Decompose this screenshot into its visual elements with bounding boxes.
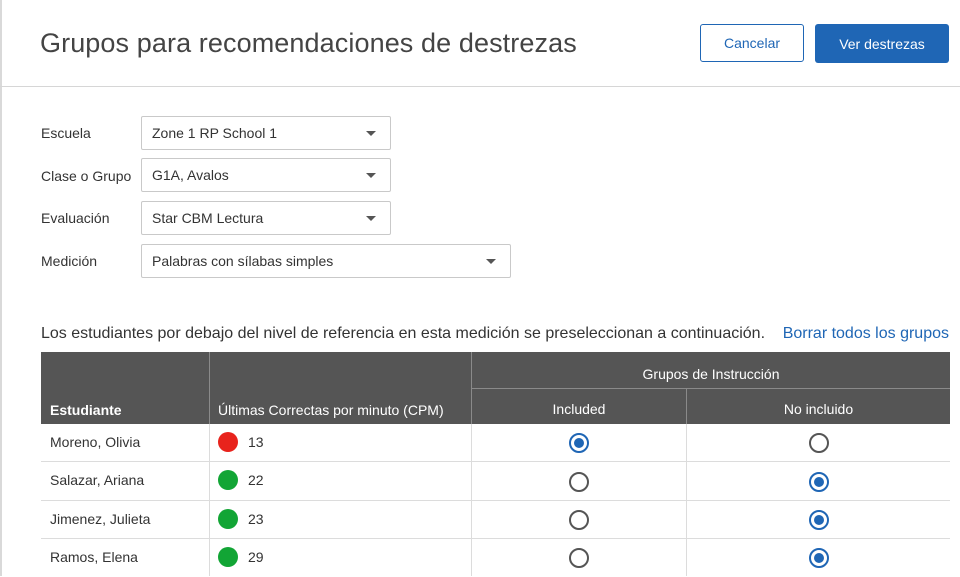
cancel-button[interactable]: Cancelar	[700, 24, 804, 62]
not-included-radio[interactable]	[809, 433, 829, 453]
measure-select-value: Palabras con sílabas simples	[152, 253, 334, 269]
header-divider	[209, 352, 210, 424]
cpm-score: 22	[248, 472, 264, 488]
chevron-down-icon	[366, 216, 376, 221]
table-row: Moreno, Olivia 13	[41, 424, 950, 462]
school-select[interactable]: Zone 1 RP School 1	[141, 116, 391, 150]
cpm-score: 13	[248, 434, 264, 450]
table-row: Jimenez, Julieta 23	[41, 501, 950, 539]
status-dot-icon	[218, 509, 238, 529]
measure-select[interactable]: Palabras con sílabas simples	[141, 244, 511, 278]
class-group-select-value: G1A, Avalos	[152, 167, 229, 183]
header-divider	[686, 388, 687, 424]
status-dot-icon	[218, 470, 238, 490]
included-radio[interactable]	[569, 548, 589, 568]
class-group-select[interactable]: G1A, Avalos	[141, 158, 391, 192]
cpm-score: 23	[248, 511, 264, 527]
measure-label: Medición	[41, 253, 98, 269]
table-row: Salazar, Ariana 22	[41, 462, 950, 501]
included-radio[interactable]	[569, 510, 589, 530]
assessment-select[interactable]: Star CBM Lectura	[141, 201, 391, 235]
included-radio[interactable]	[569, 472, 589, 492]
column-header-score: Últimas Correctas por minuto (CPM)	[218, 402, 444, 418]
cpm-score: 29	[248, 549, 264, 565]
page-header: Grupos para recomendaciones de destrezas…	[0, 0, 960, 87]
page-title: Grupos para recomendaciones de destrezas	[40, 28, 577, 58]
chevron-down-icon	[486, 259, 496, 264]
group-header: Grupos de Instrucción	[642, 366, 780, 382]
column-header-not-included: No incluido	[783, 401, 854, 417]
student-name: Moreno, Olivia	[50, 434, 141, 450]
assessment-select-value: Star CBM Lectura	[152, 210, 264, 226]
not-included-radio[interactable]	[809, 510, 829, 530]
clear-all-groups-link[interactable]: Borrar todos los grupos	[783, 325, 949, 343]
status-dot-icon	[218, 547, 238, 567]
class-group-label: Clase o Grupo	[41, 168, 132, 184]
column-divider	[471, 424, 472, 576]
student-name: Jimenez, Julieta	[50, 511, 151, 527]
header-divider	[472, 388, 950, 389]
view-skills-button[interactable]: Ver destrezas	[815, 24, 949, 63]
assessment-label: Evaluación	[41, 210, 110, 226]
chevron-down-icon	[366, 173, 376, 178]
chevron-down-icon	[366, 131, 376, 136]
status-dot-icon	[218, 432, 238, 452]
included-radio[interactable]	[569, 433, 589, 453]
column-divider	[686, 424, 687, 576]
student-name: Ramos, Elena	[50, 549, 138, 565]
school-label: Escuela	[41, 125, 91, 141]
column-divider	[209, 424, 210, 576]
student-name: Salazar, Ariana	[50, 472, 145, 488]
not-included-radio[interactable]	[809, 548, 829, 568]
school-select-value: Zone 1 RP School 1	[152, 125, 278, 141]
column-header-included: Included	[552, 401, 606, 417]
column-header-student: Estudiante	[50, 402, 122, 418]
preselection-info-text: Los estudiantes por debajo del nivel de …	[41, 325, 766, 342]
table-row: Ramos, Elena 29	[41, 539, 950, 577]
not-included-radio[interactable]	[809, 472, 829, 492]
